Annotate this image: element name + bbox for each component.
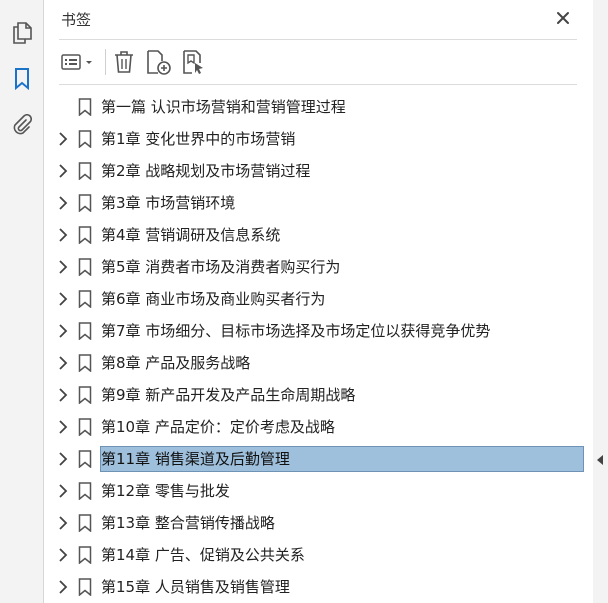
- find-bookmark-icon: [183, 50, 203, 74]
- chevron-right-icon[interactable]: [57, 451, 69, 467]
- bookmark-label: 第7章 市场细分、目标市场选择及市场定位以获得竞争优势: [101, 322, 491, 340]
- bookmarks-button[interactable]: [8, 65, 36, 93]
- bookmark-icon: [78, 162, 92, 180]
- chevron-right-icon[interactable]: [57, 131, 69, 147]
- chevron-right-icon[interactable]: [57, 163, 69, 179]
- bookmark-icon: [78, 482, 92, 500]
- bookmark-list: 第一篇 认识市场营销和营销管理过程 第1章 变化世界中的市场营销 第2章 战略规划及…: [45, 91, 593, 603]
- chevron-right-icon[interactable]: [57, 483, 69, 499]
- bookmark-icon: [78, 450, 92, 468]
- bookmark-icon: [78, 194, 92, 212]
- bookmark-item[interactable]: 第10章 产品定价：定价考虑及战略: [45, 411, 593, 443]
- chevron-right-icon[interactable]: [57, 195, 69, 211]
- bookmark-item[interactable]: 第14章 广告、促销及公共关系: [45, 539, 593, 571]
- divider: [59, 84, 577, 85]
- chevron-right-icon[interactable]: [57, 515, 69, 531]
- bookmark-label: 第15章 人员销售及销售管理: [101, 578, 290, 596]
- panel-title: 书签: [61, 11, 92, 29]
- bookmark-item[interactable]: 第8章 产品及服务战略: [45, 347, 593, 379]
- delete-bookmark-button[interactable]: [111, 48, 137, 76]
- bookmark-label: 第14章 广告、促销及公共关系: [101, 546, 305, 564]
- bookmark-item[interactable]: 第5章 消费者市场及消费者购买行为: [45, 251, 593, 283]
- bookmark-label: 第13章 整合营销传播战略: [101, 514, 275, 532]
- bookmark-label: 第8章 产品及服务战略: [101, 354, 251, 372]
- bookmark-label: 第3章 市场营销环境: [101, 194, 236, 212]
- list-options-icon: [61, 54, 92, 70]
- options-menu-button[interactable]: [59, 48, 97, 76]
- chevron-right-icon[interactable]: [57, 291, 69, 307]
- bookmark-label: 第1章 变化世界中的市场营销: [101, 130, 296, 148]
- bookmark-label: 第12章 零售与批发: [101, 482, 230, 500]
- bookmark-label: 第4章 营销调研及信息系统: [101, 226, 281, 244]
- bookmark-item[interactable]: 第15章 人员销售及销售管理: [45, 571, 593, 603]
- bookmark-icon: [78, 130, 92, 148]
- close-icon: [557, 12, 569, 24]
- bookmark-icon: [78, 514, 92, 532]
- pages-icon: [13, 22, 32, 44]
- bookmark-item[interactable]: 第6章 商业市场及商业购买者行为: [45, 283, 593, 315]
- bookmark-icon: [78, 258, 92, 276]
- bookmark-item[interactable]: 第7章 市场细分、目标市场选择及市场定位以获得竞争优势: [45, 315, 593, 347]
- bookmark-label: 第2章 战略规划及市场营销过程: [101, 162, 311, 180]
- bookmark-label: 第5章 消费者市场及消费者购买行为: [101, 258, 341, 276]
- chevron-right-icon[interactable]: [57, 579, 69, 595]
- paperclip-icon: [13, 114, 32, 135]
- page-thumbnails-button[interactable]: [8, 19, 36, 47]
- bookmark-label: 第11章 销售渠道及后勤管理: [101, 450, 290, 468]
- divider: [59, 39, 577, 40]
- bookmark-item[interactable]: 第1章 变化世界中的市场营销: [45, 123, 593, 155]
- find-current-bookmark-button[interactable]: [180, 48, 206, 76]
- bookmark-item[interactable]: 第2章 战略规划及市场营销过程: [45, 155, 593, 187]
- bookmark-item[interactable]: 第12章 零售与批发: [45, 475, 593, 507]
- chevron-right-icon[interactable]: [57, 419, 69, 435]
- chevron-right-icon[interactable]: [57, 323, 69, 339]
- bookmark-label: 第一篇 认识市场营销和营销管理过程: [101, 98, 346, 116]
- chevron-right-icon[interactable]: [57, 259, 69, 275]
- caret-left-icon: [597, 455, 603, 465]
- new-bookmark-icon: [147, 50, 171, 75]
- bookmark-icon: [15, 68, 29, 90]
- bookmark-label: 第6章 商业市场及商业购买者行为: [101, 290, 326, 308]
- attachments-button[interactable]: [8, 111, 36, 139]
- panel-edge: [593, 0, 608, 603]
- bookmark-label: 第10章 产品定价：定价考虑及战略: [101, 418, 335, 436]
- bookmark-item[interactable]: 第4章 营销调研及信息系统: [45, 219, 593, 251]
- chevron-right-icon[interactable]: [57, 227, 69, 243]
- bookmarks-panel: 书签 第一篇 认识市场营销和营销管理过程 第1章 变化世界中的市场营销 第2章 …: [45, 0, 593, 603]
- close-panel-button[interactable]: [552, 7, 574, 29]
- bookmark-item[interactable]: 第11章 销售渠道及后勤管理: [45, 443, 593, 475]
- bookmark-icon: [78, 418, 92, 436]
- bookmark-label: 第9章 新产品开发及产品生命周期战略: [101, 386, 356, 404]
- bookmark-icon: [78, 290, 92, 308]
- bookmark-icon: [78, 98, 92, 116]
- trash-icon: [115, 51, 133, 73]
- bookmark-icon: [78, 578, 92, 596]
- new-bookmark-button[interactable]: [144, 48, 172, 76]
- bookmark-icon: [78, 386, 92, 404]
- chevron-right-icon[interactable]: [57, 387, 69, 403]
- bookmark-icon: [78, 322, 92, 340]
- chevron-right-icon[interactable]: [57, 355, 69, 371]
- chevron-right-icon[interactable]: [57, 547, 69, 563]
- bookmark-item[interactable]: 第3章 市场营销环境: [45, 187, 593, 219]
- bookmark-item[interactable]: 第13章 整合营销传播战略: [45, 507, 593, 539]
- toolbar-separator: [105, 49, 106, 75]
- bookmark-icon: [78, 546, 92, 564]
- bookmark-item[interactable]: 第9章 新产品开发及产品生命周期战略: [45, 379, 593, 411]
- bookmark-item[interactable]: 第一篇 认识市场营销和营销管理过程: [45, 91, 593, 123]
- bookmark-icon: [78, 226, 92, 244]
- navigation-rail: [0, 0, 44, 603]
- collapse-panel-button[interactable]: [595, 451, 605, 465]
- bookmark-icon: [78, 354, 92, 372]
